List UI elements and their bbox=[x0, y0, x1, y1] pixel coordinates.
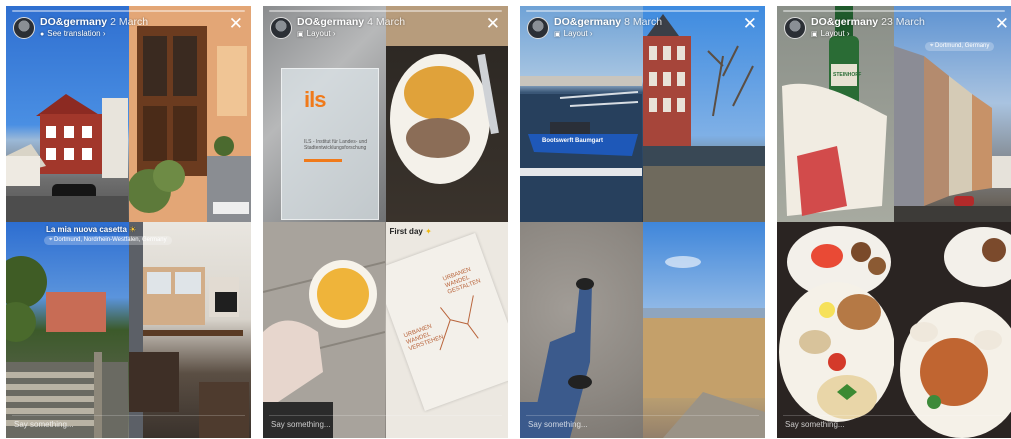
avatar[interactable] bbox=[784, 17, 806, 39]
post-date: 4 March bbox=[367, 16, 406, 28]
sign-text: ILS - Institut für Landes- und Stadtentw… bbox=[304, 139, 368, 151]
ils-logo: ils bbox=[304, 87, 326, 112]
story-progress-bar bbox=[526, 10, 759, 12]
layout-icon: ▣ bbox=[297, 31, 304, 38]
close-icon[interactable]: ✕ bbox=[486, 15, 500, 33]
close-icon[interactable]: ✕ bbox=[995, 15, 1009, 33]
layout-icon: ▣ bbox=[554, 31, 561, 38]
chevron-right-icon: › bbox=[846, 29, 850, 38]
reply-input[interactable]: Say something... bbox=[785, 420, 845, 429]
chevron-right-icon: › bbox=[102, 29, 106, 38]
chevron-right-icon: › bbox=[332, 29, 336, 38]
sign-plate: ils ILS - Institut für Landes- und Stadt… bbox=[281, 68, 379, 220]
story-card-4[interactable]: STEINHOFF DO&germany 23 March ▣ Layout ›… bbox=[777, 6, 1011, 438]
username[interactable]: DO&germany 4 March bbox=[297, 16, 405, 28]
story-footer: Say something... bbox=[526, 415, 759, 434]
story-footer: Say something... bbox=[783, 415, 1005, 434]
layout-link[interactable]: ▣ Layout › bbox=[554, 29, 593, 38]
post-date: 2 March bbox=[110, 16, 149, 28]
story-progress-bar bbox=[783, 10, 1005, 12]
see-translation-link[interactable]: ● See translation › bbox=[40, 29, 106, 38]
layout-link[interactable]: ▣ Layout › bbox=[811, 29, 850, 38]
username[interactable]: DO&germany 8 March bbox=[554, 16, 662, 28]
layout-icon: ▣ bbox=[811, 31, 818, 38]
avatar[interactable] bbox=[527, 17, 549, 39]
photo-food-platter-right[interactable] bbox=[894, 222, 1011, 438]
photo-lake-reeds[interactable] bbox=[642, 222, 765, 438]
story-progress-bar bbox=[269, 10, 502, 12]
bottle-label: STEINHOFF bbox=[833, 72, 862, 78]
story-footer: Say something... bbox=[12, 415, 245, 434]
story-header: DO&germany 2 March ● See translation › ✕ bbox=[13, 15, 245, 43]
story-card-1[interactable]: DO&germany 2 March ● See translation › ✕ L… bbox=[6, 6, 251, 438]
photo-room-interior[interactable] bbox=[128, 222, 251, 438]
story-footer: Say something... bbox=[269, 415, 502, 434]
story-card-3[interactable]: Bootswerft Baumgart DO&germany 8 March ▣… bbox=[520, 6, 765, 438]
reply-input[interactable]: Say something... bbox=[271, 420, 331, 429]
photo-soup-cup[interactable] bbox=[263, 222, 386, 438]
post-date: 23 March bbox=[881, 16, 925, 28]
photo-food-platter-left[interactable] bbox=[777, 222, 894, 438]
chevron-right-icon: › bbox=[589, 29, 593, 38]
globe-icon: ● bbox=[40, 31, 45, 38]
story-header: DO&germany 4 March ▣ Layout › ✕ bbox=[270, 15, 502, 43]
location-tag[interactable]: ⌖ Dortmund, Germany bbox=[925, 42, 995, 51]
photo-gravel-path[interactable] bbox=[520, 222, 643, 438]
story-progress-bar bbox=[12, 10, 245, 12]
avatar[interactable] bbox=[270, 17, 292, 39]
story-card-2[interactable]: ils ILS - Institut für Landes- und Stadt… bbox=[263, 6, 508, 438]
close-icon[interactable]: ✕ bbox=[229, 15, 243, 33]
reply-input[interactable]: Say something... bbox=[14, 420, 74, 429]
story-header: DO&germany 23 March ▣ Layout › ✕ bbox=[784, 15, 1009, 43]
photo-first-day-book[interactable]: First day ✦ URBANEN WANDEL VERSTEHEN URBAN… bbox=[385, 222, 508, 438]
username[interactable]: DO&germany 23 March bbox=[811, 16, 925, 28]
post-date: 8 March bbox=[624, 16, 663, 28]
first-day-caption: First day ✦ bbox=[389, 227, 432, 236]
username[interactable]: DO&germany 2 March bbox=[40, 16, 148, 28]
layout-link[interactable]: ▣ Layout › bbox=[297, 29, 336, 38]
story-caption: La mia nuova casetta ☀ bbox=[46, 225, 137, 234]
story-header: DO&germany 8 March ▣ Layout › ✕ bbox=[527, 15, 759, 43]
sign-stripe bbox=[304, 159, 342, 162]
photo-garden[interactable] bbox=[6, 222, 129, 438]
avatar[interactable] bbox=[13, 17, 35, 39]
boat-name: Bootswerft Baumgart bbox=[542, 138, 604, 144]
close-icon[interactable]: ✕ bbox=[743, 15, 757, 33]
reply-input[interactable]: Say something... bbox=[528, 420, 588, 429]
location-tag[interactable]: ⌖ Dortmund, Nordrhein-Westfalen, Germany bbox=[44, 236, 172, 245]
book-cover: URBANEN WANDEL VERSTEHEN URBANEN WANDEL GEST… bbox=[385, 233, 508, 411]
